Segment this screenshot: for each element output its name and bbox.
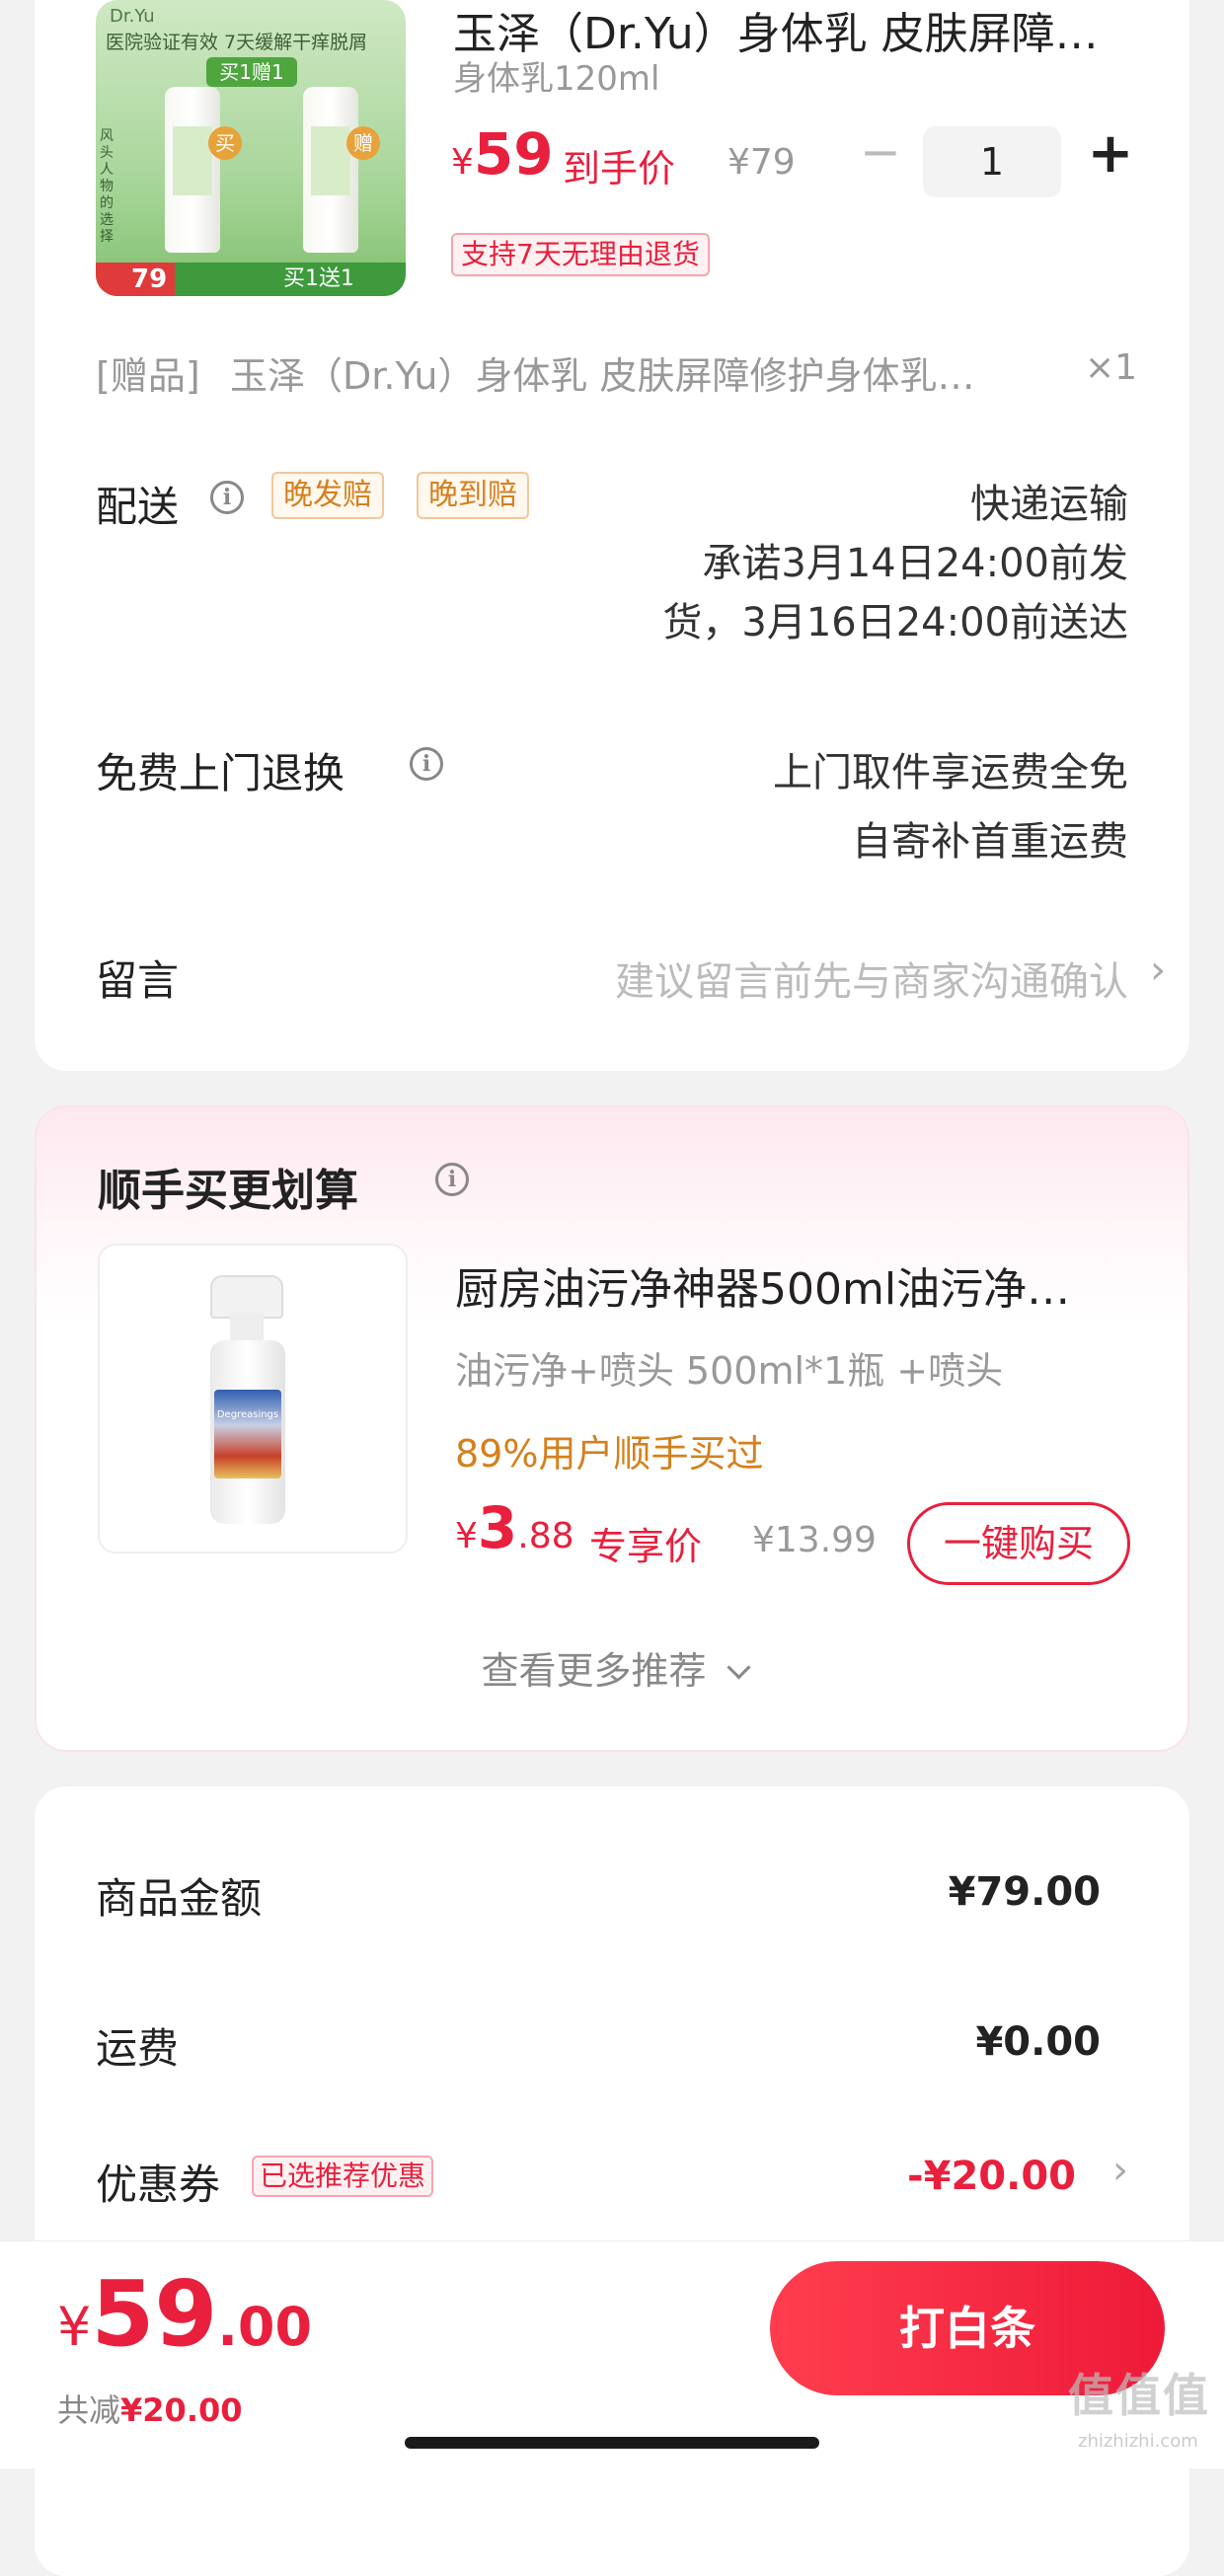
free-return-line1: 上门取件享运费全免 bbox=[773, 750, 1128, 796]
shipping-value: ¥0.00 bbox=[975, 2019, 1101, 2065]
upsell-product-image[interactable]: Degreasings bbox=[98, 1244, 408, 1553]
bottle-label-text: Degreasings bbox=[216, 1409, 279, 1420]
watermark-logo: 值值值 bbox=[1068, 2369, 1210, 2422]
upsell-info-icon[interactable]: i bbox=[435, 1163, 469, 1196]
saved-value: ¥20.00 bbox=[120, 2391, 243, 2429]
price-value: 59 bbox=[473, 120, 554, 188]
upsell-title: 顺手买更划算 bbox=[98, 1166, 358, 1216]
upsell-price-dec: .88 bbox=[517, 1516, 574, 1556]
product-spec[interactable]: 身体乳120ml bbox=[453, 51, 659, 100]
free-return-line2: 自寄补首重运费 bbox=[852, 819, 1128, 865]
bottle-gift bbox=[303, 87, 358, 253]
upsell-original-price: ¥13.99 bbox=[752, 1520, 877, 1560]
chevron-down-icon bbox=[727, 1655, 751, 1680]
product-image[interactable]: Dr.Yu 医院验证有效 7天缓解干痒脱屑 买1赠1 风头人物的选择 买 赠 7… bbox=[96, 0, 406, 296]
product-image-headline: 医院验证有效 7天缓解干痒脱屑 bbox=[106, 32, 368, 53]
product-image-price: 79 bbox=[131, 265, 168, 294]
checkout-bar: ¥59.00 共减¥20.00 打白条 值值值 zhizhizhi.com bbox=[0, 2240, 1224, 2468]
bottle-buy bbox=[165, 87, 220, 253]
shipping-label: 运费 bbox=[96, 2024, 180, 2073]
spray-bottle: Degreasings bbox=[210, 1340, 285, 1524]
quantity-input[interactable]: 1 bbox=[923, 126, 1061, 197]
original-price: ¥79 bbox=[727, 142, 796, 183]
late-arrival-compensation-tag: 晚到赔 bbox=[417, 472, 529, 519]
late-ship-compensation-tag: 晚发赔 bbox=[271, 472, 384, 519]
product-image-side-text: 风头人物的选择 bbox=[100, 128, 114, 245]
upsell-social-proof: 89%用户顺手买过 bbox=[455, 1432, 764, 1476]
watermark-url: zhizhizhi.com bbox=[1078, 2431, 1198, 2452]
free-return-label: 免费上门退换 bbox=[96, 749, 345, 797]
total-saved: 共减¥20.00 bbox=[57, 2386, 243, 2431]
see-more-label: 查看更多推荐 bbox=[481, 1649, 707, 1693]
upsell-product-spec: 油污净+喷头 500ml*1瓶 +喷头 bbox=[455, 1349, 1004, 1393]
coupon-selected-tag: 已选推荐优惠 bbox=[252, 2156, 434, 2197]
product-image-brand: Dr.Yu bbox=[110, 6, 155, 27]
product-image-band: 79 买1送1 bbox=[96, 263, 406, 296]
return-policy-tag: 支持7天无理由退货 bbox=[451, 233, 710, 276]
saved-label: 共减 bbox=[57, 2391, 121, 2429]
coupon-value[interactable]: -¥20.00 bbox=[907, 2154, 1076, 2199]
product-image-promo: 买1送1 bbox=[283, 266, 354, 291]
total-price: ¥59.00 bbox=[57, 2261, 312, 2367]
goods-amount-value: ¥79.00 bbox=[948, 1869, 1101, 1915]
total-price-symbol: ¥ bbox=[57, 2296, 92, 2358]
price-symbol: ¥ bbox=[451, 142, 474, 183]
delivery-info-icon[interactable]: i bbox=[210, 481, 244, 514]
bottle-label-band: Degreasings bbox=[214, 1390, 281, 1478]
quantity-minus-button[interactable]: − bbox=[856, 122, 905, 182]
delivery-promise-line1: 承诺3月14日24:00前发 bbox=[702, 541, 1128, 586]
gift-count: ×1 bbox=[1085, 347, 1138, 388]
quantity-plus-button[interactable]: + bbox=[1081, 118, 1140, 189]
price-label: 到手价 bbox=[563, 147, 676, 190]
total-price-dec: .00 bbox=[217, 2296, 313, 2358]
total-price-int: 59 bbox=[91, 2261, 218, 2367]
order-card: Dr.Yu 医院验证有效 7天缓解干痒脱屑 买1赠1 风头人物的选择 买 赠 7… bbox=[35, 0, 1189, 1071]
upsell-price-int: 3 bbox=[477, 1494, 518, 1561]
gift-label: [赠品] bbox=[96, 354, 200, 398]
see-more-recommendations[interactable]: 查看更多推荐 bbox=[37, 1640, 1191, 1695]
one-click-buy-button[interactable]: 一键购买 bbox=[907, 1502, 1130, 1585]
message-label: 留言 bbox=[96, 956, 180, 1005]
upsell-price-symbol: ¥ bbox=[455, 1516, 478, 1556]
upsell-price: ¥3.88 bbox=[455, 1494, 574, 1561]
home-indicator bbox=[405, 2437, 819, 2449]
coupon-chevron-icon[interactable]: › bbox=[1112, 2148, 1128, 2193]
free-return-info-icon[interactable]: i bbox=[410, 747, 443, 781]
delivery-promise-line2: 货，3月16日24:00前送达 bbox=[662, 600, 1128, 645]
delivery-method: 快递运输 bbox=[970, 482, 1128, 527]
product-image-badge: 买1赠1 bbox=[206, 57, 297, 87]
upsell-price-label: 专享价 bbox=[589, 1525, 703, 1568]
gift-name[interactable]: 玉泽（Dr.Yu）身体乳 皮肤屏障修护身体乳… bbox=[230, 345, 1079, 400]
product-price: ¥59 bbox=[451, 120, 554, 188]
goods-amount-label: 商品金额 bbox=[96, 1874, 263, 1923]
upsell-card: 顺手买更划算 i Degreasings 厨房油污净神器500ml油污净… 油污… bbox=[35, 1105, 1189, 1752]
upsell-product-title[interactable]: 厨房油污净神器500ml油污净… bbox=[455, 1253, 1146, 1317]
gift-tag: 赠 bbox=[346, 126, 380, 160]
delivery-label: 配送 bbox=[96, 483, 180, 531]
message-input[interactable]: 建议留言前先与商家沟通确认 bbox=[615, 949, 1128, 1007]
message-chevron-icon: › bbox=[1150, 947, 1166, 993]
buy-tag: 买 bbox=[208, 126, 242, 160]
spray-neck bbox=[230, 1313, 264, 1342]
coupon-label: 优惠券 bbox=[96, 2160, 221, 2209]
